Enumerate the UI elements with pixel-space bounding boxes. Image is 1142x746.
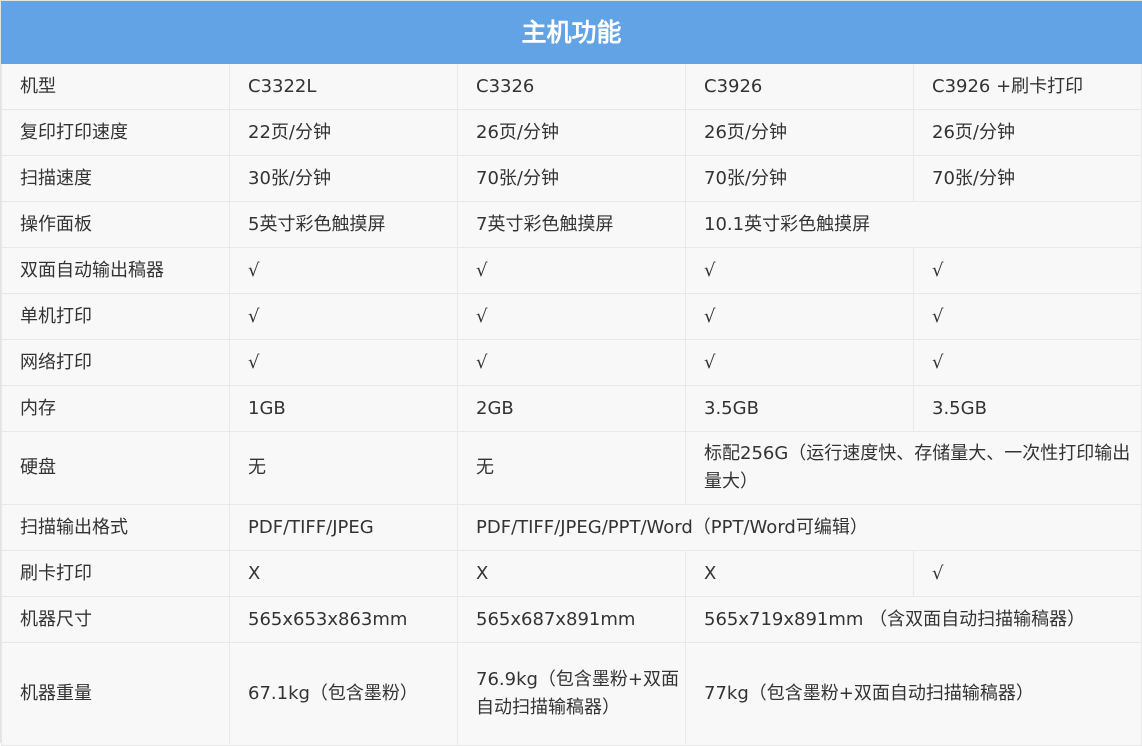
table-cell: 70张/分钟 [913, 155, 1142, 202]
table-row: 机器尺寸 565x653x863mm 565x687x891mm 565x719… [1, 596, 1142, 643]
table-cell: X [457, 550, 686, 597]
table-row: 扫描速度 30张/分钟 70张/分钟 70张/分钟 70张/分钟 [1, 155, 1142, 202]
table-cell: C3926 +刷卡打印 [913, 63, 1142, 110]
row-label: 双面自动输出稿器 [1, 247, 230, 294]
table-cell: 22页/分钟 [229, 109, 458, 156]
table-row: 操作面板 5英寸彩色触摸屏 7英寸彩色触摸屏 10.1英寸彩色触摸屏 [1, 201, 1142, 248]
checkmark-cell: √ [457, 339, 686, 386]
checkmark-cell: √ [457, 247, 686, 294]
row-label: 扫描输出格式 [1, 504, 230, 551]
checkmark-cell: √ [229, 293, 458, 340]
row-label: 机器重量 [1, 642, 230, 746]
table-cell: X [685, 550, 914, 597]
table-row: 刷卡打印 X X X √ [1, 550, 1142, 597]
table-cell: 7英寸彩色触摸屏 [457, 201, 686, 248]
table-row: 双面自动输出稿器 √ √ √ √ [1, 247, 1142, 294]
row-label: 硬盘 [1, 431, 230, 505]
table-cell: 5英寸彩色触摸屏 [229, 201, 458, 248]
table-cell: 76.9kg（包含墨粉+双面自动扫描输稿器） [457, 642, 686, 746]
table-row: 内存 1GB 2GB 3.5GB 3.5GB [1, 385, 1142, 432]
table-cell: 2GB [457, 385, 686, 432]
row-label: 网络打印 [1, 339, 230, 386]
row-label: 单机打印 [1, 293, 230, 340]
table-cell: 30张/分钟 [229, 155, 458, 202]
row-label: 刷卡打印 [1, 550, 230, 597]
table-cell: 1GB [229, 385, 458, 432]
checkmark-cell: √ [229, 339, 458, 386]
table-cell-merged: PDF/TIFF/JPEG/PPT/Word（PPT/Word可编辑） [457, 504, 1142, 551]
table-cell: X [229, 550, 458, 597]
table-cell: C3326 [457, 63, 686, 110]
table-row: 扫描输出格式 PDF/TIFF/JPEG PDF/TIFF/JPEG/PPT/W… [1, 504, 1142, 551]
table-cell: 3.5GB [913, 385, 1142, 432]
table-cell: 26页/分钟 [685, 109, 914, 156]
table-cell: 70张/分钟 [685, 155, 914, 202]
spec-table-container: 主机功能 机型 C3322L C3326 C3926 C3926 +刷卡打印 复… [0, 0, 1142, 746]
checkmark-cell: √ [685, 339, 914, 386]
checkmark-cell: √ [913, 293, 1142, 340]
checkmark-cell: √ [685, 247, 914, 294]
table-row: 机器重量 67.1kg（包含墨粉） 76.9kg（包含墨粉+双面自动扫描输稿器）… [1, 642, 1142, 746]
table-row: 机型 C3322L C3326 C3926 C3926 +刷卡打印 [1, 63, 1142, 110]
row-label: 复印打印速度 [1, 109, 230, 156]
table-cell: 无 [457, 431, 686, 505]
table-cell: 无 [229, 431, 458, 505]
table-cell: 565x653x863mm [229, 596, 458, 643]
row-label: 机型 [1, 63, 230, 110]
checkmark-cell: √ [913, 339, 1142, 386]
table-cell: C3322L [229, 63, 458, 110]
checkmark-cell: √ [913, 550, 1142, 597]
table-row: 硬盘 无 无 标配256G（运行速度快、存储量大、一次性打印输出量大） [1, 431, 1142, 505]
table-row: 网络打印 √ √ √ √ [1, 339, 1142, 386]
table-row: 复印打印速度 22页/分钟 26页/分钟 26页/分钟 26页/分钟 [1, 109, 1142, 156]
table-cell: 70张/分钟 [457, 155, 686, 202]
checkmark-cell: √ [457, 293, 686, 340]
row-label: 内存 [1, 385, 230, 432]
table-cell: 67.1kg（包含墨粉） [229, 642, 458, 746]
checkmark-cell: √ [229, 247, 458, 294]
table-cell: PDF/TIFF/JPEG [229, 504, 458, 551]
row-label: 操作面板 [1, 201, 230, 248]
table-cell-merged: 77kg（包含墨粉+双面自动扫描输稿器） [685, 642, 1142, 746]
checkmark-cell: √ [685, 293, 914, 340]
checkmark-cell: √ [913, 247, 1142, 294]
row-label: 机器尺寸 [1, 596, 230, 643]
table-cell-merged: 10.1英寸彩色触摸屏 [685, 201, 1142, 248]
table-cell: 565x687x891mm [457, 596, 686, 643]
table-row: 单机打印 √ √ √ √ [1, 293, 1142, 340]
table-cell: 26页/分钟 [457, 109, 686, 156]
table-cell-merged: 标配256G（运行速度快、存储量大、一次性打印输出量大） [685, 431, 1142, 505]
table-title: 主机功能 [1, 1, 1142, 64]
table-cell: 26页/分钟 [913, 109, 1142, 156]
row-label: 扫描速度 [1, 155, 230, 202]
table-cell-merged: 565x719x891mm （含双面自动扫描输稿器） [685, 596, 1142, 643]
spec-table: 主机功能 机型 C3322L C3326 C3926 C3926 +刷卡打印 复… [1, 1, 1142, 746]
table-cell: 3.5GB [685, 385, 914, 432]
table-cell: C3926 [685, 63, 914, 110]
